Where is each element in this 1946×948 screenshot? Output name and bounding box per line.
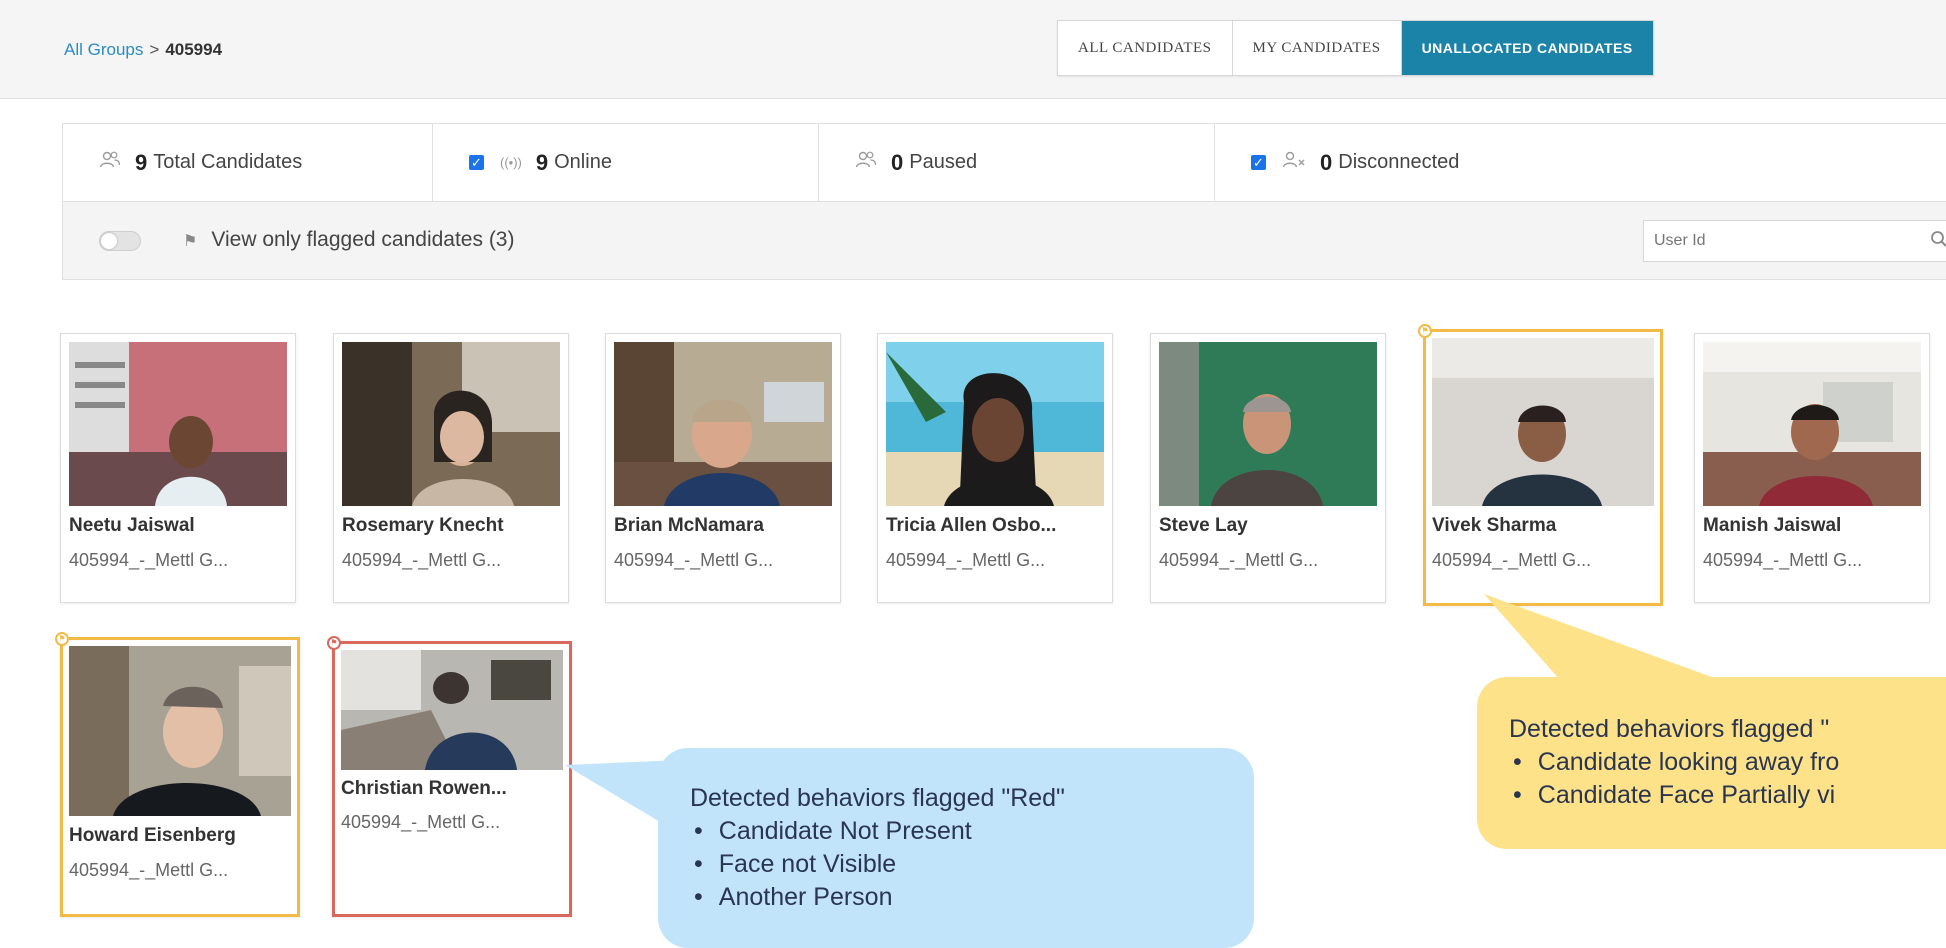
yellow-callout-title: Detected behaviors flagged " — [1509, 715, 1830, 743]
red-flag-callout-text: Detected behaviors flagged "Red" Candida… — [690, 782, 1065, 914]
yellow-callout-list: Candidate looking away fro Candidate Fac… — [1509, 746, 1840, 812]
yellow-callout-item: Candidate looking away fro — [1509, 746, 1840, 779]
yellow-callout-item: Candidate Face Partially vi — [1509, 779, 1839, 812]
red-callout-item: Another Person — [690, 881, 1065, 914]
red-callout-list: Candidate Not Present Face not Visible A… — [690, 815, 1065, 914]
red-flag-callout: Detected behaviors flagged "Red" Candida… — [658, 748, 1254, 948]
yellow-flag-callout: Detected behaviors flagged " Candidate l… — [1477, 677, 1946, 849]
red-callout-item: Face not Visible — [690, 848, 1065, 881]
red-callout-item: Candidate Not Present — [690, 815, 1065, 848]
red-callout-title: Detected behaviors flagged "Red" — [690, 784, 1065, 812]
yellow-flag-callout-text: Detected behaviors flagged " Candidate l… — [1509, 713, 1839, 812]
